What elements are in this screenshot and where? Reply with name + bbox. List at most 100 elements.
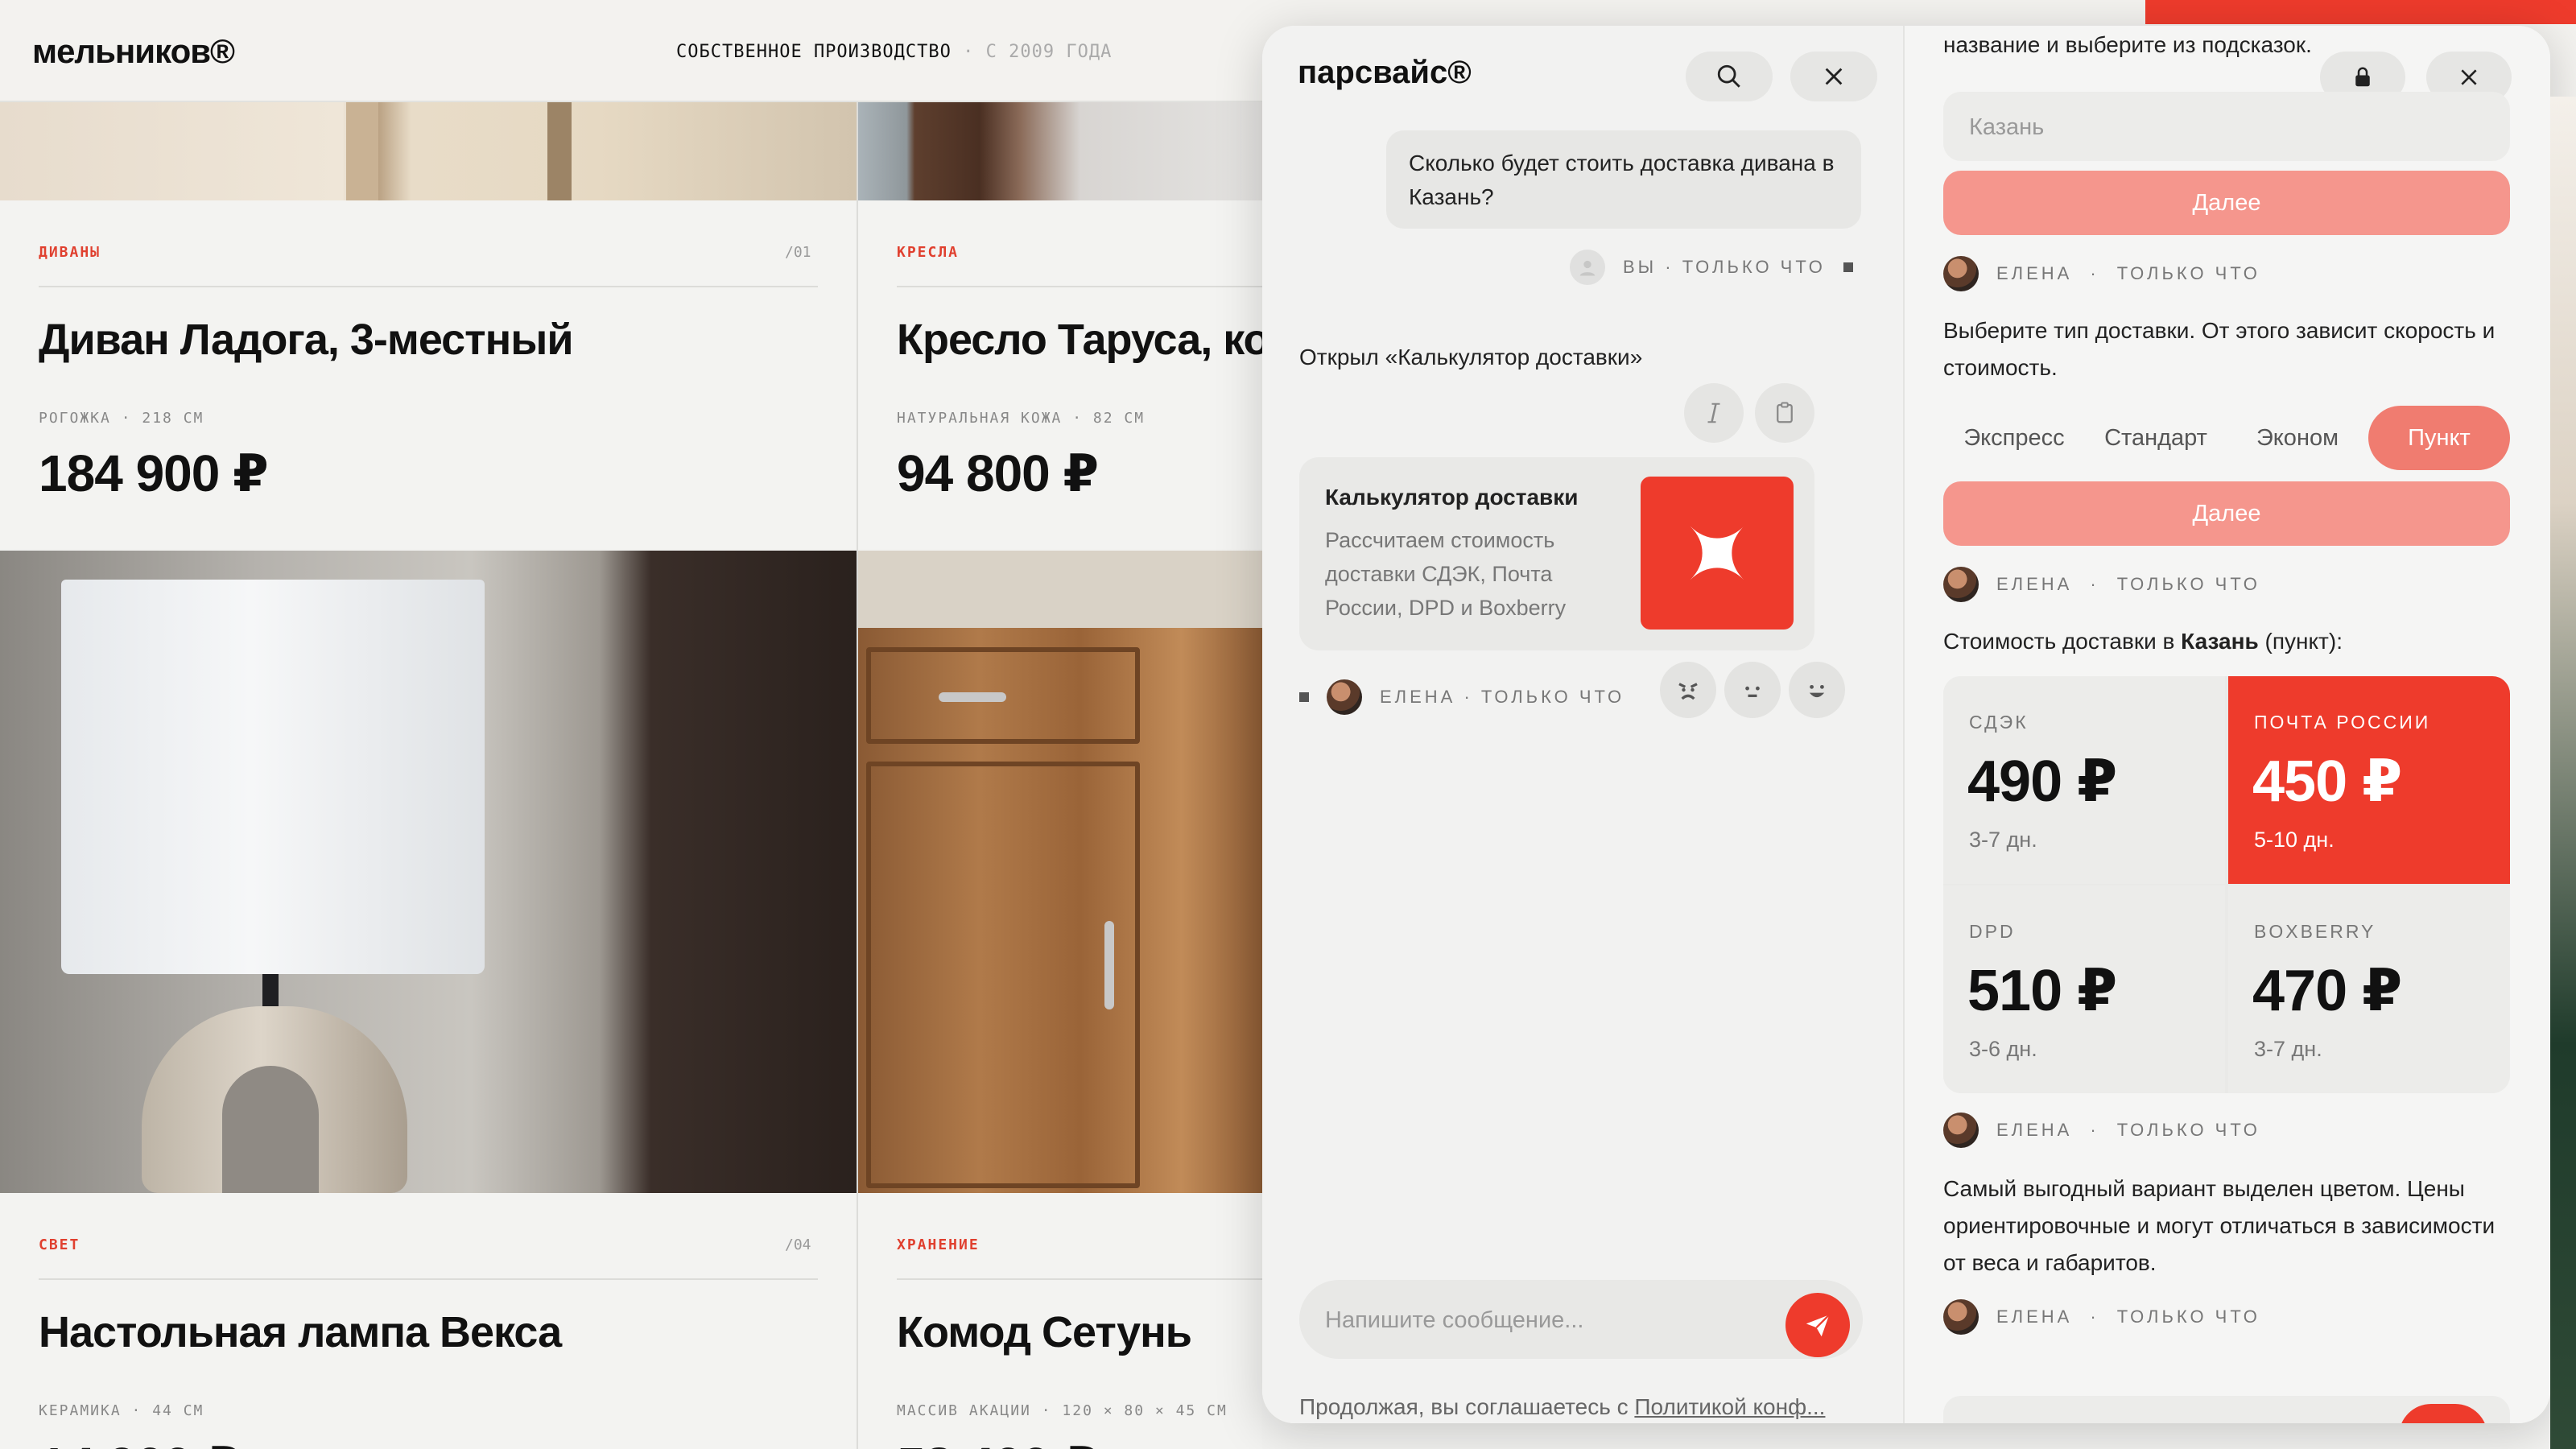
lamp-base-hole-shape — [222, 1066, 319, 1193]
chat-title: парсвайс® — [1298, 55, 1472, 90]
chat-window: парсвайс® Сколько будет стоить доставка … — [1262, 26, 2550, 1423]
tool-card-delivery-calculator[interactable]: Калькулятор доставки Рассчитаем стоимост… — [1299, 457, 1814, 650]
user-meta-text: ВЫ · ТОЛЬКО ЧТО — [1623, 257, 1826, 277]
product-meta: МАССИВ АКАЦИИ · 120 × 80 × 45 СМ — [897, 1402, 1228, 1419]
card-divider — [897, 286, 1262, 287]
product-category: ДИВАНЫ — [39, 244, 101, 261]
next-button[interactable]: Далее — [1943, 171, 2510, 235]
carrier-price: 510 ₽ — [1967, 959, 2117, 1023]
product-photo-sofa[interactable] — [0, 102, 857, 200]
product-index: /01 — [785, 244, 811, 261]
carrier-option-cdek[interactable]: СДЭК 490 ₽ 3-7 дн. — [1943, 676, 2225, 884]
product-price: 94 800 ₽ — [897, 444, 1099, 502]
product-title[interactable]: Диван Ладога, 3-местный — [39, 315, 574, 365]
product-card-sofa[interactable]: ДИВАНЫ /01 Диван Ладога, 3-местный РОГОЖ… — [0, 200, 857, 549]
agent-time: ТОЛЬКО ЧТО — [2116, 1120, 2260, 1140]
user-message: Сколько будет стоить доставка дивана в К… — [1386, 130, 1861, 229]
product-price: 184 900 ₽ — [39, 444, 269, 502]
carrier-price-grid: СДЭК 490 ₽ 3-7 дн. ПОЧТА РОССИИ 450 ₽ 5-… — [1943, 676, 2510, 1093]
product-meta: НАТУРАЛЬНАЯ КОЖА · 82 СМ — [897, 410, 1146, 427]
agent-avatar — [1943, 1113, 1979, 1148]
cost-city: Казань — [2181, 629, 2259, 654]
panel-next-block-partial — [1943, 1396, 2510, 1423]
reaction-happy-button[interactable] — [1789, 662, 1845, 718]
delivery-type-express[interactable]: Экспресс — [1943, 406, 2085, 470]
agent-avatar — [1943, 1299, 1979, 1335]
sparkle-icon — [1690, 526, 1744, 580]
tool-description: Рассчитаем стоимость доставки СДЭК, Почт… — [1325, 528, 1567, 620]
carrier-price: 490 ₽ — [1967, 749, 2117, 814]
message-input-placeholder: Напишите сообщение... — [1325, 1307, 1584, 1333]
user-icon — [1579, 260, 1596, 276]
card-divider — [39, 1278, 818, 1280]
dresser-handle-shape — [939, 692, 1006, 702]
agent-meta-separator: · — [2090, 574, 2099, 594]
card-divider — [897, 1278, 1262, 1280]
tagline-separator: · — [963, 42, 975, 62]
product-index: /04 — [785, 1236, 811, 1253]
chat-pane: парсвайс® Сколько будет стоить доставка … — [1262, 26, 1903, 1423]
consent-prefix: Продолжая, вы соглашаетесь с — [1299, 1394, 1629, 1419]
send-icon — [1806, 1314, 1831, 1337]
product-meta: РОГОЖКА · 218 СМ — [39, 410, 204, 427]
sofa-frame-shape — [346, 102, 378, 200]
product-photo-armchair[interactable] — [858, 102, 1262, 200]
search-button[interactable] — [1686, 52, 1773, 101]
product-photo-lamp[interactable] — [0, 551, 857, 1193]
text-cursor-button[interactable] — [1684, 383, 1744, 443]
message-marker — [1299, 692, 1309, 702]
delivery-panel: название и выберите из подсказок. Казань… — [1905, 26, 2550, 1423]
cost-suffix: (пункт): — [2264, 629, 2343, 654]
privacy-policy-link[interactable]: Политикой конф... — [1634, 1394, 1825, 1419]
product-title[interactable]: Комод Сетунь — [897, 1307, 1192, 1357]
product-photo-dresser[interactable] — [858, 551, 1262, 1193]
agent-name: ЕЛЕНА — [1996, 1307, 2073, 1327]
product-title[interactable]: Настольная лампа Векса — [39, 1307, 562, 1357]
copy-button[interactable] — [1755, 383, 1814, 443]
tool-thumbnail — [1641, 477, 1794, 630]
delivery-type-standard[interactable]: Стандарт — [2085, 406, 2227, 470]
panel-partial-action — [2399, 1404, 2487, 1423]
cost-heading: Стоимость доставки в Казань (пункт): — [1943, 623, 2523, 660]
product-card-lamp[interactable]: СВЕТ /04 Настольная лампа Векса КЕРАМИКА… — [0, 1193, 857, 1449]
send-button[interactable] — [1785, 1293, 1850, 1357]
reaction-neutral-button[interactable] — [1724, 662, 1781, 718]
reaction-angry-button[interactable] — [1660, 662, 1716, 718]
carrier-days: 3-7 дн. — [2254, 1037, 2322, 1061]
angry-face-icon — [1678, 683, 1698, 700]
carrier-option-pochta[interactable]: ПОЧТА РОССИИ 450 ₽ 5-10 дн. — [2228, 676, 2510, 884]
site-logo[interactable]: мельников® — [32, 32, 235, 71]
agent-avatar — [1943, 567, 1979, 602]
agent-meta: ЕЛЕНА · ТОЛЬКО ЧТО — [1943, 1299, 2260, 1335]
product-title[interactable]: Кресло Таруса, кожа — [897, 315, 1262, 365]
carrier-option-boxberry[interactable]: BOXBERRY 470 ₽ 3-7 дн. — [2228, 886, 2510, 1093]
search-icon — [1717, 64, 1740, 88]
city-input[interactable]: Казань — [1943, 92, 2510, 161]
agent-meta: ЕЛЕНА · ТОЛЬКО ЧТО — [1943, 256, 2260, 291]
price-note: Самый выгодный вариант выделен цветом. Ц… — [1943, 1176, 2496, 1275]
agent-meta: ЕЛЕНА · ТОЛЬКО ЧТО — [1943, 567, 2260, 602]
product-meta: КЕРАМИКА · 44 СМ — [39, 1402, 204, 1419]
close-button[interactable] — [1790, 52, 1877, 101]
delivery-type-prompt: Выберите тип доставки. От этого зависит … — [1943, 318, 2496, 380]
delivery-type-economy[interactable]: Эконом — [2227, 406, 2368, 470]
card-divider — [39, 286, 818, 287]
product-card-dresser[interactable]: ХРАНЕНИЕ Комод Сетунь МАССИВ АКАЦИИ · 12… — [858, 1193, 1262, 1449]
agent-message-meta: ЕЛЕНА · ТОЛЬКО ЧТО — [1299, 679, 1624, 715]
delivery-type-pickup[interactable]: Пункт — [2368, 406, 2510, 470]
product-category: ХРАНЕНИЕ — [897, 1236, 980, 1253]
dresser-door-handle-shape — [1104, 921, 1114, 1009]
user-message-meta: ВЫ · ТОЛЬКО ЧТО — [1570, 250, 1853, 285]
message-input[interactable]: Напишите сообщение... — [1299, 1280, 1863, 1359]
neutral-face-icon — [1745, 686, 1760, 697]
carrier-days: 3-6 дн. — [1969, 1037, 2037, 1061]
carrier-option-dpd[interactable]: DPD 510 ₽ 3-6 дн. — [1943, 886, 2225, 1093]
agent-time: ТОЛЬКО ЧТО — [2116, 263, 2260, 283]
product-card-armchair[interactable]: КРЕСЛА Кресло Таруса, кожа НАТУРАЛЬНАЯ К… — [858, 200, 1262, 549]
product-price: 14 900 ₽ — [39, 1436, 241, 1449]
carrier-days: 5-10 дн. — [2254, 828, 2334, 852]
carrier-name: СДЭК — [1969, 712, 2029, 733]
next-button[interactable]: Далее — [1943, 481, 2510, 546]
text-cursor-icon — [1707, 402, 1720, 423]
clipboard-icon — [1777, 402, 1793, 423]
